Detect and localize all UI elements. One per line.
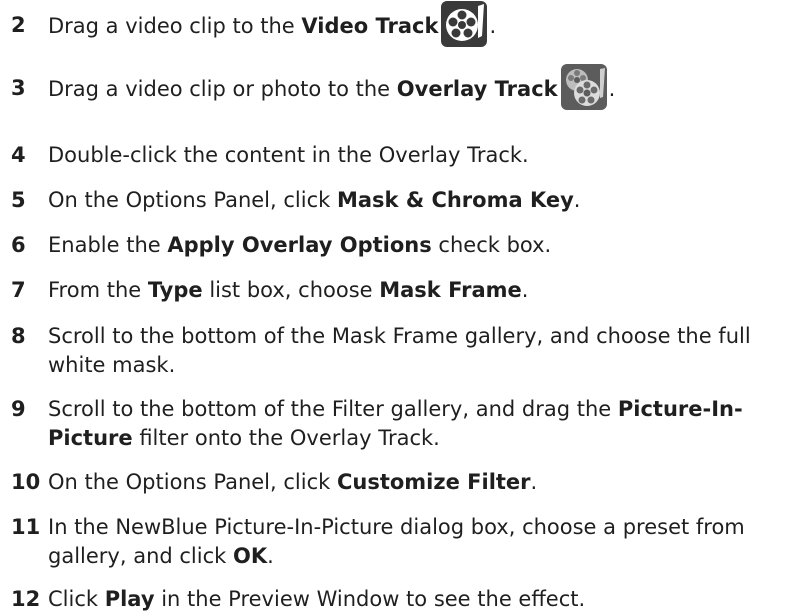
step-phrase: Click [48, 587, 105, 611]
step-number: 3 [11, 76, 26, 100]
step-text: Drag a video clip to the Video Track. [48, 0, 804, 51]
step-number: 2 [11, 13, 26, 37]
step-text: Drag a video clip or photo to the Overla… [48, 63, 804, 114]
step-phrase: . [530, 470, 538, 494]
step-phrase: . [521, 278, 529, 302]
step-number: 11 [11, 515, 41, 539]
step-phrase: . [608, 77, 616, 101]
step-phrase: Drag a video clip to the [48, 14, 302, 38]
step-phrase: gallery, and click [48, 544, 233, 568]
step-phrase: . [573, 188, 581, 212]
step-emphasis: Overlay Track [396, 77, 558, 101]
step-phrase: Drag a video clip or photo to the [48, 77, 397, 101]
step-emphasis: OK [232, 544, 268, 568]
step-emphasis: Picture-In- [617, 397, 743, 421]
step-phrase: Scroll to the bottom of the Filter galle… [48, 397, 618, 421]
step-number: 5 [11, 188, 26, 212]
step-text: Scroll to the bottom of the Mask Frame g… [48, 322, 804, 380]
overlay-track-icon [560, 63, 608, 111]
step-phrase: . [267, 544, 274, 568]
step-phrase: in the Preview Window to see the effect. [154, 587, 586, 611]
step-phrase: In the NewBlue Picture-In-Picture dialog… [48, 515, 745, 539]
step-text: Enable the Apply Overlay Options check b… [48, 231, 804, 260]
step-phrase: Enable the [48, 233, 168, 257]
step-phrase: list box, choose [202, 278, 380, 302]
step-emphasis: Apply Overlay Options [167, 233, 432, 257]
step-number: 8 [11, 324, 26, 348]
step-text: In the NewBlue Picture-In-Picture dialog… [48, 513, 804, 571]
step-phrase: filter onto the Overlay Track. [132, 426, 440, 450]
step-phrase: On the Options Panel, click [48, 188, 337, 212]
step-number: 10 [11, 470, 41, 494]
video-track-icon [440, 0, 488, 48]
step-emphasis: Customize Filter [336, 470, 531, 494]
step-number: 7 [11, 278, 26, 302]
step-phrase: white mask. [48, 353, 176, 377]
step-number: 4 [11, 143, 26, 167]
step-text: On the Options Panel, click Customize Fi… [48, 468, 804, 497]
step-emphasis: Mask & Chroma Key [336, 188, 574, 212]
step-phrase: Double-click the content in the Overlay … [48, 143, 529, 167]
step-phrase: Scroll to the bottom of the Mask Frame g… [48, 324, 751, 348]
step-phrase: . [489, 14, 497, 38]
step-emphasis: Video Track [301, 14, 439, 38]
step-phrase: On the Options Panel, click [48, 470, 337, 494]
step-phrase: check box. [431, 233, 552, 257]
step-text: Click Play in the Preview Window to see … [48, 585, 804, 614]
step-phrase: From the [48, 278, 148, 302]
step-emphasis: Mask Frame [379, 278, 522, 302]
step-number: 9 [11, 397, 26, 421]
step-emphasis: Picture [48, 426, 133, 450]
step-emphasis: Play [104, 587, 155, 611]
step-number: 6 [11, 233, 26, 257]
step-text: Scroll to the bottom of the Filter galle… [48, 395, 804, 453]
step-text: On the Options Panel, click Mask & Chrom… [48, 186, 804, 215]
step-emphasis: Type [147, 278, 203, 302]
step-text: Double-click the content in the Overlay … [48, 141, 804, 170]
step-text: From the Type list box, choose Mask Fram… [48, 276, 804, 305]
step-number: 12 [11, 587, 41, 611]
